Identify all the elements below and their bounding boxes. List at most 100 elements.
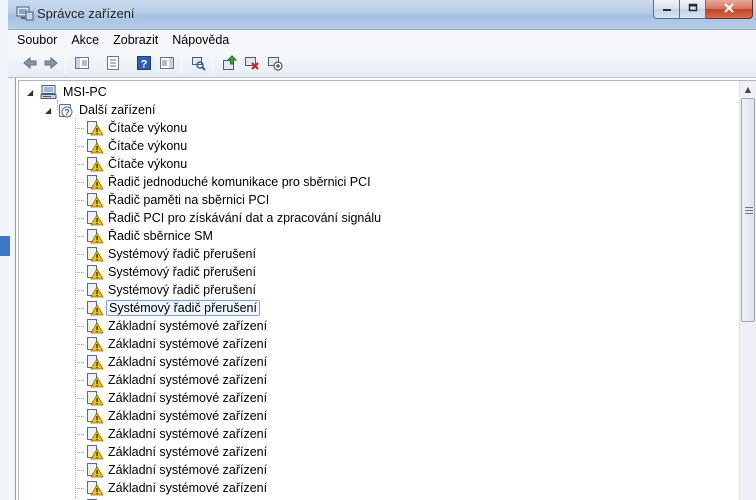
tree-connector bbox=[75, 128, 84, 129]
tree-node-device[interactable]: Základní systémové zařízení bbox=[86, 371, 269, 389]
toolbar-separator bbox=[181, 55, 182, 73]
scrollbar-thumb[interactable] bbox=[741, 98, 755, 322]
uninstall-button[interactable] bbox=[243, 55, 261, 73]
window-title: Správce zařízení bbox=[37, 6, 135, 21]
tree-node-device-label: Řadič sběrnice SM bbox=[108, 229, 213, 243]
tree-node-device[interactable]: Řadič paměti na sběrnici PCI bbox=[86, 191, 271, 209]
action-pane-button[interactable] bbox=[158, 55, 176, 73]
warning-device-icon bbox=[86, 264, 104, 280]
collapse-triangle-icon[interactable]: ◢ bbox=[27, 88, 36, 97]
disable-device-button[interactable] bbox=[266, 55, 284, 73]
warning-device-icon bbox=[86, 282, 104, 298]
tree-node-device[interactable]: Řadič PCI pro získávání dat a zpracování… bbox=[86, 209, 383, 227]
tree-node-device[interactable]: Základní systémové zařízení bbox=[86, 407, 269, 425]
tree-node-device[interactable]: Systémový řadič přerušení bbox=[86, 281, 258, 299]
back-button[interactable] bbox=[21, 55, 39, 73]
tree-node-device[interactable]: Čítače výkonu bbox=[86, 137, 189, 155]
warning-device-icon bbox=[86, 246, 104, 262]
tree-node-category-label: Další zařízení bbox=[79, 103, 156, 117]
tree-node-device-label: Řadič PCI pro získávání dat a zpracování… bbox=[108, 211, 382, 225]
tree-connector bbox=[75, 164, 84, 165]
close-icon bbox=[723, 2, 735, 16]
collapse-triangle-icon[interactable]: ◢ bbox=[45, 106, 54, 115]
tree-connector bbox=[75, 326, 84, 327]
warning-device-icon bbox=[86, 318, 104, 334]
tree-node-device[interactable]: Základní systémové zařízení bbox=[86, 479, 269, 497]
tree-connector bbox=[75, 200, 84, 201]
tree-node-device[interactable]: Čítače výkonu bbox=[86, 119, 189, 137]
tree-node-root-label: MSI-PC bbox=[63, 85, 107, 99]
tree-node-category[interactable]: ◢ ? Další zařízení bbox=[45, 101, 157, 119]
warning-device-icon bbox=[86, 300, 104, 316]
scroll-up-arrow-icon[interactable]: ▲ bbox=[740, 81, 756, 97]
tree-connector bbox=[75, 434, 84, 435]
warning-device-icon bbox=[86, 390, 104, 406]
tree-node-device-label: Základní systémové zařízení bbox=[108, 445, 268, 459]
device-tree[interactable]: ◢ MSI-PC ◢ ? Další zařízení Čítače výkon… bbox=[18, 80, 756, 500]
computer-icon bbox=[40, 84, 58, 100]
tree-node-device[interactable]: Systémový řadič přerušení bbox=[86, 299, 260, 317]
tree-connector bbox=[75, 182, 84, 183]
tree-node-device[interactable]: Základní systémové zařízení bbox=[86, 461, 269, 479]
tree-node-device[interactable]: Řadič sběrnice SM bbox=[86, 227, 215, 245]
tree-connector bbox=[75, 290, 84, 291]
tree-node-device-label: Základní systémové zařízení bbox=[108, 481, 268, 495]
tree-connector bbox=[75, 254, 84, 255]
warning-device-icon bbox=[86, 120, 104, 136]
maximize-icon bbox=[688, 3, 698, 16]
scrollbar-grip-icon bbox=[745, 207, 753, 214]
warning-device-icon bbox=[86, 174, 104, 190]
menu-zobrazit[interactable]: Zobrazit bbox=[113, 33, 158, 47]
show-hide-console-tree-button[interactable] bbox=[73, 55, 91, 73]
title-bar[interactable]: Správce zařízení bbox=[8, 0, 756, 30]
action-pane-icon bbox=[159, 55, 175, 74]
warning-device-icon bbox=[86, 462, 104, 478]
tree-node-device[interactable]: Základní systémové zařízení bbox=[86, 425, 269, 443]
tree-node-device-label: Systémový řadič přerušení bbox=[108, 283, 256, 297]
forward-button[interactable] bbox=[42, 55, 60, 73]
svg-text:?: ? bbox=[64, 108, 70, 118]
tree-connector bbox=[75, 380, 84, 381]
warning-device-icon bbox=[86, 480, 104, 496]
tree-node-root[interactable]: ◢ MSI-PC bbox=[27, 83, 109, 101]
tree-node-device[interactable]: Základní systémové zařízení bbox=[86, 389, 269, 407]
scan-hardware-button[interactable] bbox=[189, 55, 207, 73]
tree-connector bbox=[75, 118, 76, 500]
tree-node-device[interactable]: Čítače výkonu bbox=[86, 155, 189, 173]
warning-device-icon bbox=[86, 444, 104, 460]
tree-node-device[interactable]: Základní systémové zařízení bbox=[86, 443, 269, 461]
tree-connector bbox=[75, 470, 84, 471]
tree-node-device[interactable]: Systémový řadič přerušení bbox=[86, 245, 258, 263]
menu-soubor[interactable]: Soubor bbox=[17, 33, 57, 47]
maximize-button[interactable] bbox=[680, 0, 706, 19]
warning-device-icon bbox=[86, 156, 104, 172]
tree-node-device[interactable]: Řadič jednoduché komunikace pro sběrnici… bbox=[86, 173, 373, 191]
tree-node-device-label: Čítače výkonu bbox=[108, 121, 188, 135]
close-button[interactable] bbox=[706, 0, 753, 19]
warning-device-icon bbox=[86, 210, 104, 226]
tree-node-device-label: Základní systémové zařízení bbox=[108, 337, 268, 351]
tree-connector bbox=[75, 416, 84, 417]
menu-akce[interactable]: Akce bbox=[71, 33, 99, 47]
tree-node-device[interactable]: Systémový řadič přerušení bbox=[86, 263, 258, 281]
tree-node-device-label: Řadič paměti na sběrnici PCI bbox=[108, 193, 270, 207]
tree-node-device-label: Základní systémové zařízení bbox=[108, 463, 268, 477]
menu-napoveda[interactable]: Nápověda bbox=[172, 33, 229, 47]
menu-bar: Soubor Akce Zobrazit Nápověda bbox=[8, 30, 756, 50]
vertical-scrollbar[interactable]: ▲ bbox=[739, 81, 756, 500]
help-button[interactable]: ? bbox=[135, 55, 153, 73]
tree-node-device[interactable]: Základní systémové zařízení bbox=[86, 335, 269, 353]
warning-device-icon bbox=[86, 408, 104, 424]
warning-device-icon bbox=[86, 138, 104, 154]
tree-connector bbox=[75, 272, 84, 273]
properties-button[interactable] bbox=[104, 55, 122, 73]
minimize-button[interactable] bbox=[653, 0, 680, 19]
tree-node-device[interactable]: Základní systémové zařízení bbox=[86, 317, 269, 335]
tree-connector bbox=[75, 146, 84, 147]
tree-node-device[interactable]: Základní systémové zařízení bbox=[86, 353, 269, 371]
warning-device-icon bbox=[86, 336, 104, 352]
tree-connector bbox=[75, 308, 84, 309]
disable-device-icon bbox=[267, 55, 283, 74]
tree-connector bbox=[75, 344, 84, 345]
update-driver-button[interactable] bbox=[220, 54, 238, 73]
